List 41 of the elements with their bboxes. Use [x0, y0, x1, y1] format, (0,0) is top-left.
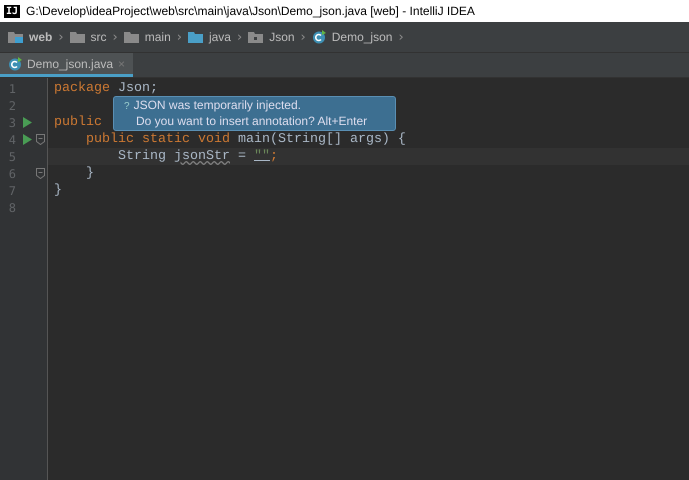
breadcrumb[interactable]: main: [144, 30, 171, 44]
folder-icon: [188, 31, 203, 43]
editor-tab[interactable]: Demo_json.java ×: [0, 53, 134, 77]
class-icon: [312, 30, 326, 44]
folder-icon: [124, 31, 139, 43]
code-text: jsonStr: [174, 149, 230, 164]
code-text: String: [116, 149, 167, 164]
breadcrumb[interactable]: Demo_json: [332, 30, 392, 44]
help-icon: ?: [124, 101, 130, 112]
package-icon: [248, 31, 264, 43]
tooltip-text: JSON was temporarily injected.: [134, 98, 301, 112]
run-icon[interactable]: [22, 117, 32, 128]
fold-icon[interactable]: [36, 134, 45, 145]
breadcrumb-separator: ›: [176, 30, 182, 44]
breadcrumb-separator: ›: [58, 30, 64, 44]
breadcrumb[interactable]: web: [29, 30, 52, 44]
breadcrumb[interactable]: java: [208, 30, 231, 44]
breadcrumb-separator: ›: [112, 30, 118, 44]
fold-icon[interactable]: [36, 168, 45, 179]
code-keyword: ;: [270, 149, 278, 164]
class-icon: [8, 56, 22, 70]
code-text: }: [84, 166, 94, 181]
breadcrumb-separator: ›: [300, 30, 306, 44]
module-icon: [8, 31, 23, 43]
code-keyword: public: [54, 115, 103, 130]
code-keyword: package: [54, 81, 111, 96]
app-icon: IJ: [4, 4, 20, 18]
breadcrumb-separator: ›: [236, 30, 242, 44]
breadcrumb-separator: ›: [398, 30, 404, 44]
code-text: }: [54, 183, 62, 198]
window-title: G:\Develop\ideaProject\web\src\main\java\Json\Demo_json.java [web] - IntelliJ IDEA: [26, 4, 475, 18]
code-text: =: [236, 149, 247, 164]
code-text: main(String[] args) {: [238, 132, 406, 147]
code-text: Json;: [118, 81, 158, 96]
breadcrumb[interactable]: Json: [269, 30, 295, 44]
code-string: "": [254, 149, 270, 164]
run-icon[interactable]: [22, 134, 32, 145]
code-keyword: public static void: [84, 132, 231, 147]
breadcrumb[interactable]: src: [90, 30, 107, 44]
tooltip-text: Do you want to insert annotation? Alt+Enter: [136, 114, 368, 128]
folder-icon: [70, 31, 85, 43]
